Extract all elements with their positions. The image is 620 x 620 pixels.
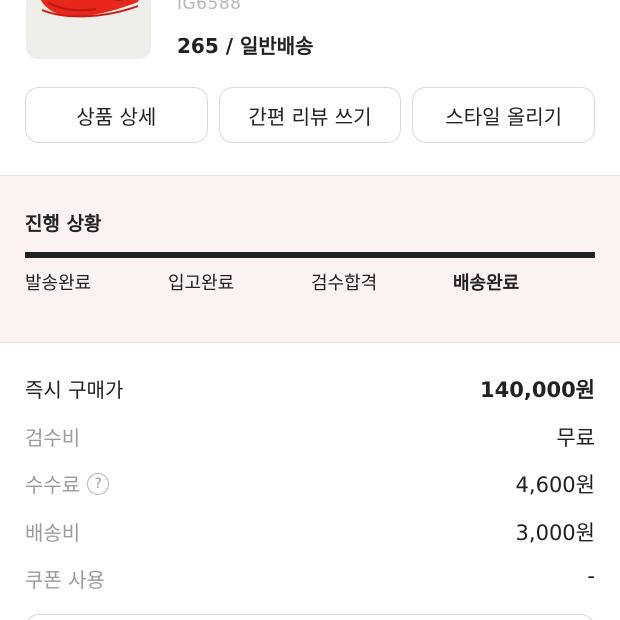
shipping-fee-label: 배송비 [25,520,81,545]
progress-steps: 발송완료 입고완료 검수합격 배송완료 [25,269,595,295]
step-shipped: 발송완료 [25,273,92,294]
post-style-button[interactable]: 스타일 올리기 [412,87,596,143]
price-row-buy-now: 즉시 구매가 140,000원 [25,370,595,418]
price-breakdown: 즉시 구매가 140,000원 검수비 무료 수수료 ? 4,600원 배송비 … [25,370,595,608]
price-row-coupon: 쿠폰 사용 - [25,560,595,608]
progress-bar [25,252,595,258]
step-delivered: 배송완료 [453,273,520,294]
price-row-inspection-fee: 검수비 무료 [25,418,595,466]
commission-label-wrap: 수수료 ? [25,469,110,498]
price-row-commission: 수수료 ? 4,600원 [25,465,595,513]
buy-now-price-label: 즉시 구매가 [25,378,124,402]
inspection-fee-value: 무료 [556,425,595,450]
commission-label: 수수료 [25,473,81,497]
sneaker-image [41,0,139,18]
progress-bar-fill [25,252,595,258]
progress-section: 진행 상황 발송완료 입고완료 검수합격 배송완료 [0,175,620,343]
product-code: IG6588 [177,0,242,14]
step-received: 입고완료 [168,273,235,294]
coupon-label: 쿠폰 사용 [25,568,105,592]
buy-now-price-value: 140,000원 [480,378,595,402]
product-detail-button[interactable]: 상품 상세 [25,87,208,143]
commission-value: 4,600원 [515,473,595,497]
inspection-fee-label: 검수비 [25,425,81,450]
help-icon[interactable]: ? [87,472,110,495]
product-option: 265 / 일반배송 [177,34,314,58]
quick-review-button[interactable]: 간편 리뷰 쓰기 [218,87,402,143]
step-inspection-passed: 검수합격 [311,273,378,294]
action-buttons: 상품 상세 간편 리뷰 쓰기 스타일 올리기 [25,87,596,143]
coupon-value: - [587,564,595,588]
shipping-fee-value: 3,000원 [515,520,595,545]
next-section-card[interactable] [25,614,595,620]
product-image[interactable] [26,0,151,59]
price-row-shipping-fee: 배송비 3,000원 [25,513,595,561]
progress-title: 진행 상황 [25,213,102,235]
